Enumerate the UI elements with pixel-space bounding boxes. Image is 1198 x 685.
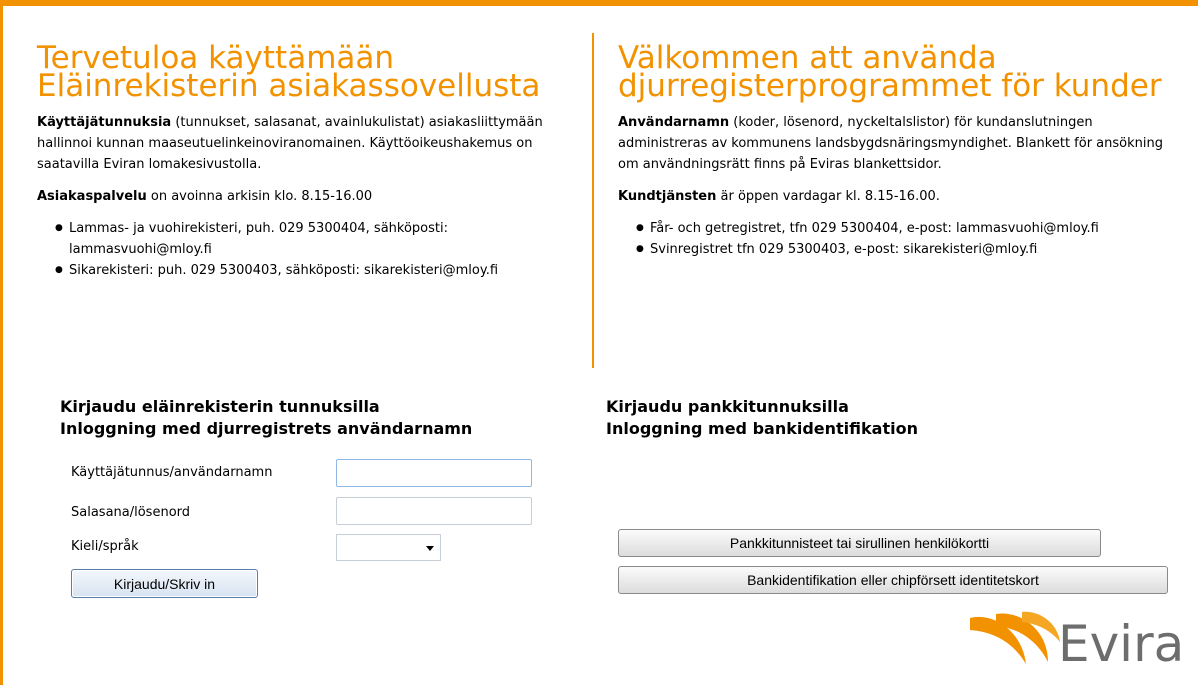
contact-text: Svinregistret tfn 029 5300403, e-post: s… — [650, 242, 1038, 257]
swedish-contact-list: ● Får- och getregistret, tfn 029 5300404,… — [618, 218, 1183, 260]
password-field[interactable] — [336, 497, 532, 525]
language-label: Kieli/språk — [71, 539, 139, 554]
contact-text: Får- och getregistret, tfn 029 5300404, … — [650, 221, 1099, 236]
column-divider — [592, 33, 594, 368]
bullet-icon: ● — [636, 244, 644, 254]
finnish-intro-bold: Käyttäjätunnuksia — [37, 115, 172, 130]
bank-login-heading-line2: Inloggning med bankidentifikation — [606, 419, 918, 438]
swedish-service-text: är öppen vardagar kl. 8.15-16.00. — [716, 189, 940, 204]
registry-login-heading-line1: Kirjaudu eläinrekisterin tunnuksilla — [60, 397, 380, 416]
list-item: ● Svinregistret tfn 029 5300403, e-post: … — [636, 239, 1183, 260]
finnish-intro-paragraph: Käyttäjätunnuksia (tunnukset, salasanat,… — [37, 112, 582, 175]
evira-logo-text: Evira — [1058, 615, 1185, 673]
swedish-intro-bold: Användarnamn — [618, 115, 730, 130]
finnish-service-bold: Asiakaspalvelu — [37, 189, 147, 204]
contact-text: Lammas- ja vuohirekisteri, puh. 029 5300… — [69, 221, 448, 257]
left-accent-bar — [0, 0, 3, 685]
bank-login-heading-line1: Kirjaudu pankkitunnuksilla — [606, 397, 849, 416]
language-select[interactable] — [336, 534, 441, 561]
bank-login-button-fi[interactable]: Pankkitunnisteet tai sirullinen henkilök… — [618, 529, 1101, 557]
registry-login-heading: Kirjaudu eläinrekisterin tunnuksilla Inl… — [60, 396, 472, 440]
bullet-icon: ● — [55, 223, 63, 233]
top-accent-bar — [0, 0, 1198, 6]
finnish-contact-list: ● Lammas- ja vuohirekisteri, puh. 029 530… — [37, 218, 582, 281]
username-label: Käyttäjätunnus/användarnamn — [71, 465, 273, 480]
list-item: ● Sikarekisteri: puh. 029 5300403, sähköp… — [55, 260, 582, 281]
finnish-service-hours: Asiakaspalvelu on avoinna arkisin klo. 8… — [37, 186, 582, 207]
chevron-down-icon — [426, 546, 434, 551]
password-label: Salasana/lösenord — [71, 505, 191, 520]
finnish-welcome-title: Tervetuloa käyttämään Eläinrekisterin as… — [37, 40, 541, 104]
finnish-info-column: Tervetuloa käyttämään Eläinrekisterin as… — [37, 40, 582, 281]
bullet-icon: ● — [55, 265, 63, 275]
username-field[interactable] — [336, 459, 532, 487]
bullet-icon: ● — [636, 223, 644, 233]
swedish-service-bold: Kundtjänsten — [618, 189, 717, 204]
registry-login-heading-line2: Inloggning med djurregistrets användarna… — [60, 419, 473, 438]
list-item: ● Får- och getregistret, tfn 029 5300404,… — [636, 218, 1183, 239]
bank-login-heading: Kirjaudu pankkitunnuksilla Inloggning me… — [606, 396, 918, 440]
list-item: ● Lammas- ja vuohirekisteri, puh. 029 530… — [55, 218, 582, 260]
swedish-service-hours: Kundtjänsten är öppen vardagar kl. 8.15-… — [618, 186, 1183, 207]
contact-text: Sikarekisteri: puh. 029 5300403, sähköpo… — [69, 263, 499, 278]
login-button[interactable]: Kirjaudu/Skriv in — [71, 569, 258, 598]
bank-login-button-sv[interactable]: Bankidentifikation eller chipförsett ide… — [618, 566, 1168, 594]
swedish-info-column: Välkommen att använda djurregisterprogra… — [618, 40, 1183, 260]
swedish-intro-paragraph: Användarnamn (koder, lösenord, nyckeltal… — [618, 112, 1183, 175]
swedish-welcome-title: Välkommen att använda djurregisterprogra… — [618, 40, 1162, 104]
finnish-service-text: on avoinna arkisin klo. 8.15-16.00 — [146, 189, 373, 204]
